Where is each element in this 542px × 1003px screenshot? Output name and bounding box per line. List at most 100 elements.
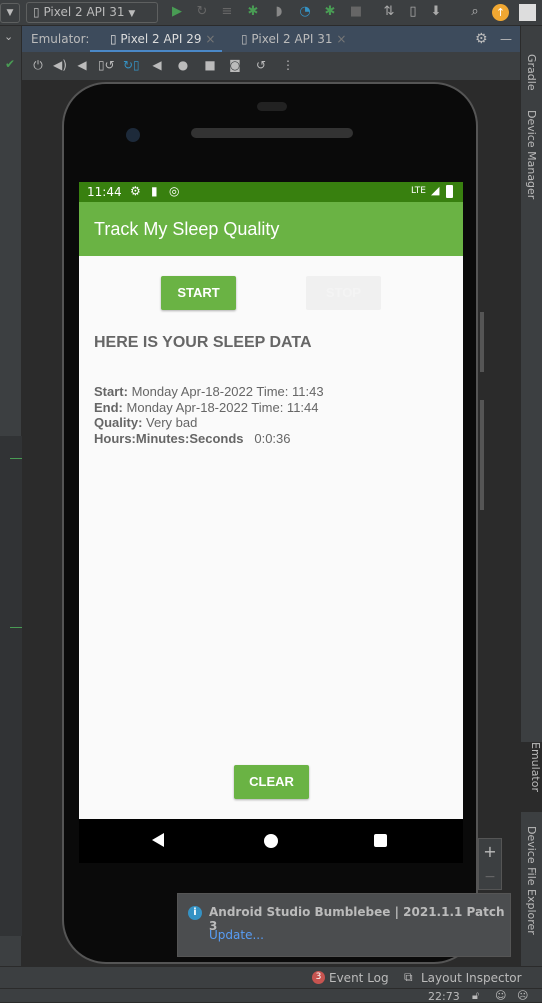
phone-screen: 11:44 ⚙ ▮ ◎ LTE ◢ Track My Sleep Quality… [79, 182, 463, 819]
data-saver-icon: ◎ [169, 184, 180, 198]
sensor [257, 102, 287, 111]
apply-code-icon[interactable]: ≡ [218, 3, 236, 21]
more-icon[interactable]: ⋮ [280, 57, 296, 73]
screenshot-icon[interactable]: ◙ [227, 57, 243, 73]
left-tool-strip: ⌄ ✔ [0, 26, 22, 966]
event-log-badge: 3 [312, 971, 325, 984]
quality-value: Very bad [146, 415, 198, 430]
check-icon: ✔ [5, 57, 16, 71]
zoom-in-button[interactable]: + [479, 839, 501, 865]
home-icon[interactable]: ● [175, 57, 191, 73]
emulator-tab-row: Emulator: ▯ Pixel 2 API 29 × ▯ Pixel 2 A… [22, 26, 520, 52]
sleep-data-heading: HERE IS YOUR SLEEP DATA [94, 334, 312, 351]
clear-button[interactable]: CLEAR [234, 765, 309, 799]
update-notification: i Android Studio Bumblebee | 2021.1.1 Pa… [177, 893, 511, 957]
gradle-tab-label: Gradle [525, 54, 538, 91]
device-selector-label: Pixel 2 API 31 [43, 5, 125, 19]
minimize-icon[interactable]: — [500, 26, 512, 52]
start-value: Monday Apr-18-2022 Time: 11:43 [131, 384, 324, 399]
attach-process-icon[interactable]: ✱ [321, 3, 339, 21]
tab-label: Pixel 2 API 29 [120, 32, 202, 46]
volume-down-icon[interactable]: ◀ [74, 57, 90, 73]
layout-inspector-button[interactable]: Layout Inspector [421, 971, 522, 985]
volume-keys[interactable] [480, 400, 484, 510]
snapshot-icon[interactable]: ↺ [253, 57, 269, 73]
marker [10, 627, 22, 628]
rotate-right-icon[interactable]: ↻▯ [123, 57, 140, 73]
search-icon[interactable]: ⌕ [466, 3, 484, 21]
back-icon[interactable]: ◀ [149, 57, 165, 73]
app-title: Track My Sleep Quality [94, 219, 280, 239]
main-toolbar: ▼ ▯ Pixel 2 API 31 ▼ ▶ ↻ ≡ ✱ ◗ ◔ ✱ ■ ⇅ ▯… [0, 0, 542, 26]
tab-pixel-2-api-31[interactable]: ▯ Pixel 2 API 31 × [241, 26, 346, 52]
layout-inspector-icon: ⧉ [404, 970, 413, 984]
network-type: LTE [411, 186, 426, 196]
attach-debugger-icon[interactable]: ◗ [270, 3, 288, 21]
end-label: End: [94, 399, 123, 415]
profiler-icon[interactable]: ◔ [296, 3, 314, 21]
avatar-icon[interactable] [519, 4, 536, 21]
device-file-explorer-tab[interactable]: Device File Explorer [525, 826, 538, 935]
smiley-icon[interactable]: ☺ [495, 989, 506, 1002]
speaker-grille [191, 128, 353, 138]
device-icon: ▯ [110, 32, 121, 46]
duration-label: Hours:Minutes:Seconds [94, 430, 244, 446]
emulator-tab[interactable]: Emulator [521, 742, 542, 812]
app-bar: Track My Sleep Quality [79, 202, 463, 256]
gear-icon[interactable]: ⚙ [475, 26, 488, 52]
marker [10, 458, 22, 459]
rotate-left-icon[interactable]: ▯↺ [98, 57, 115, 73]
chevron-down-icon[interactable]: ⌄ [4, 30, 13, 43]
quality-label: Quality: [94, 415, 143, 430]
avd-manager-icon[interactable]: ▯ [404, 3, 422, 21]
settings-icon: ⚙ [130, 184, 141, 198]
debug-icon[interactable]: ✱ [244, 3, 262, 21]
sad-face-icon[interactable]: ☹ [517, 989, 528, 1002]
close-icon[interactable]: × [205, 32, 215, 46]
device-manager-label: Device Manager [525, 110, 538, 200]
duration-value: 0:0:36 [254, 430, 291, 446]
power-key[interactable] [480, 312, 484, 372]
caret-position[interactable]: 22:73 [428, 990, 460, 1003]
volume-up-icon[interactable]: ◀) [52, 57, 68, 73]
battery-icon [446, 185, 453, 198]
update-icon[interactable]: ↑ [492, 4, 509, 21]
run-icon[interactable]: ▶ [168, 3, 186, 21]
end-value: Monday Apr-18-2022 Time: 11:44 [126, 399, 319, 415]
start-button[interactable]: START [161, 276, 236, 310]
android-nav-bar [79, 819, 463, 863]
gutter [0, 436, 22, 936]
gradle-tab[interactable]: Gradle [525, 54, 538, 91]
event-log-button[interactable]: Event Log [329, 971, 389, 985]
stop-icon[interactable]: ■ [347, 3, 365, 21]
emulator-label: Emulator: [31, 32, 90, 46]
device-icon: ▯ [33, 5, 40, 19]
zoom-out-button[interactable]: − [479, 865, 501, 889]
stop-button[interactable]: STOP [306, 276, 381, 310]
close-icon[interactable]: × [336, 32, 346, 46]
device-manager-tab[interactable]: Device Manager [525, 110, 538, 199]
overview-icon[interactable]: ■ [202, 57, 218, 73]
device-icon: ▯ [241, 32, 252, 46]
device-file-explorer-label: Device File Explorer [525, 826, 538, 935]
back-icon[interactable] [152, 833, 164, 847]
sdk-manager-icon[interactable]: ⬇ [427, 3, 445, 21]
apply-changes-icon[interactable]: ↻ [193, 3, 211, 21]
dropdown-button[interactable]: ▼ [0, 3, 20, 23]
android-status-bar: 11:44 ⚙ ▮ ◎ LTE ◢ [79, 182, 463, 202]
right-tool-strip: Gradle Device Manager Emulator Device Fi… [520, 26, 542, 966]
home-icon[interactable] [264, 834, 278, 848]
device-selector[interactable]: ▯ Pixel 2 API 31 ▼ [26, 2, 158, 23]
status-time: 11:44 [87, 185, 122, 199]
sleep-data-text: Start: Monday Apr-18-2022 Time: 11:43 En… [94, 384, 324, 446]
power-icon[interactable]: ⏻ [30, 57, 46, 73]
lock-icon[interactable]: 🔓︎ [472, 989, 479, 1003]
camera [126, 128, 140, 142]
chevron-down-icon: ▼ [128, 9, 136, 19]
update-link[interactable]: Update... [209, 928, 264, 942]
overview-icon[interactable] [374, 834, 387, 847]
tab-label: Pixel 2 API 31 [251, 32, 333, 46]
gradle-sync-icon[interactable]: ⇅ [380, 3, 398, 21]
sd-card-icon: ▮ [151, 184, 158, 198]
tab-pixel-2-api-29[interactable]: ▯ Pixel 2 API 29 × [90, 26, 222, 52]
